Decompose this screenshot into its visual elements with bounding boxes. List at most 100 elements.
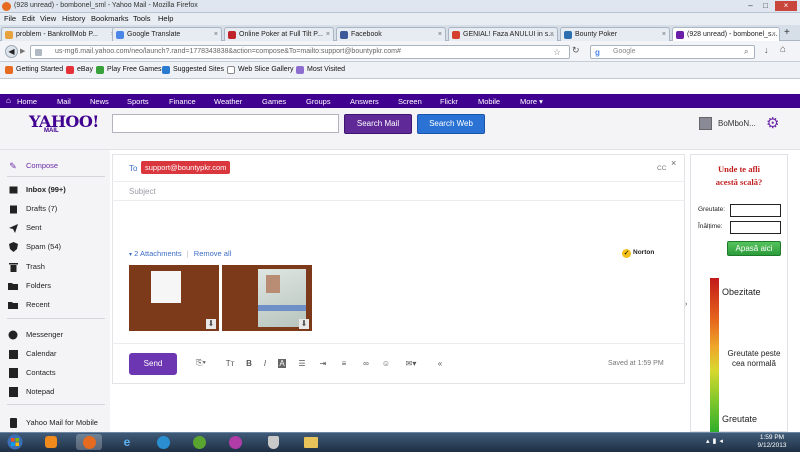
- firefox-taskbar-icon[interactable]: [76, 434, 102, 450]
- forward-arrow-icon[interactable]: ▶: [20, 47, 25, 55]
- bookmark-web-slice-gallery[interactable]: Web Slice Gallery: [227, 66, 294, 74]
- internet-explorer-icon[interactable]: e: [114, 434, 140, 450]
- attachments-toggle[interactable]: 2 Attachments: [134, 249, 182, 258]
- new-tab-button[interactable]: +: [784, 27, 790, 38]
- bold-icon[interactable]: B: [243, 357, 255, 369]
- tab-bounty-poker[interactable]: Bounty Poker ×: [560, 27, 670, 41]
- search-icon[interactable]: ⌕: [744, 46, 748, 58]
- mail-search-input[interactable]: [112, 114, 339, 133]
- start-button[interactable]: [2, 433, 28, 451]
- yahoo-logo[interactable]: YAHOO!: [29, 112, 99, 131]
- tray-icons[interactable]: ▴▮◂: [706, 437, 726, 445]
- collapse-ad-icon[interactable]: ›: [685, 301, 687, 308]
- maximize-button[interactable]: □: [759, 1, 772, 11]
- ynav-groups[interactable]: Groups: [306, 97, 331, 106]
- bookmark-suggested-sites[interactable]: Suggested Sites: [162, 66, 224, 74]
- user-name[interactable]: BoMboN...: [718, 119, 756, 128]
- minimize-button[interactable]: –: [744, 1, 757, 11]
- remove-all-link[interactable]: Remove all: [194, 249, 232, 258]
- ynav-screen[interactable]: Screen: [398, 97, 422, 106]
- italic-icon[interactable]: I: [259, 357, 271, 369]
- sidebar-item-inbox[interactable]: Inbox (99+): [8, 185, 66, 194]
- ynav-sports[interactable]: Sports: [127, 97, 149, 106]
- height-input[interactable]: [730, 221, 781, 234]
- home-icon[interactable]: ⌂: [780, 44, 786, 55]
- sidebar-item-spam[interactable]: Spam (54): [8, 242, 61, 252]
- sidebar-item-drafts[interactable]: Drafts (7): [8, 204, 57, 213]
- gear-icon[interactable]: ⚙: [766, 114, 779, 132]
- shield-icon[interactable]: [260, 434, 286, 450]
- stationery-icon[interactable]: ✉▾: [400, 357, 422, 369]
- link-icon[interactable]: ∞: [360, 357, 372, 369]
- bookmark-getting-started[interactable]: Getting Started: [5, 66, 63, 74]
- close-tab-icon[interactable]: ×: [772, 28, 776, 41]
- tab-genial[interactable]: GENIAL! Faza ANULUI in s... ×: [448, 27, 558, 41]
- sidebar-item-folders[interactable]: Folders: [8, 281, 51, 290]
- reload-icon[interactable]: ↻: [572, 45, 580, 56]
- download-icon[interactable]: ↓: [764, 45, 769, 55]
- explorer-icon[interactable]: [298, 434, 324, 450]
- close-tab-icon[interactable]: ×: [214, 28, 218, 41]
- align-icon[interactable]: ≡: [338, 357, 350, 369]
- menu-tools[interactable]: Tools: [133, 14, 151, 23]
- home-icon[interactable]: ⌂: [6, 96, 11, 105]
- tab-bankrollmob[interactable]: problem - BankrollMob P...×: [1, 27, 119, 41]
- tab-google-translate[interactable]: Google Translate ×: [112, 27, 222, 41]
- ynav-mobile[interactable]: Mobile: [478, 97, 500, 106]
- compose-button[interactable]: ✎ Compose: [8, 161, 58, 171]
- text-color-icon[interactable]: A: [276, 357, 288, 369]
- bullet-list-icon[interactable]: ☰: [296, 357, 308, 369]
- emoji-icon[interactable]: ☺: [380, 357, 392, 369]
- attach-icon[interactable]: ⎘▾: [192, 357, 210, 369]
- ynav-finance[interactable]: Finance: [169, 97, 196, 106]
- bookmark-most-visited[interactable]: Most Visited: [296, 66, 345, 74]
- menu-help[interactable]: Help: [158, 14, 173, 23]
- close-tab-icon[interactable]: ×: [438, 28, 442, 41]
- message-body[interactable]: [112, 202, 685, 246]
- ynav-games[interactable]: Games: [262, 97, 286, 106]
- menu-edit[interactable]: Edit: [22, 14, 35, 23]
- close-window-button[interactable]: ×: [775, 1, 797, 11]
- attachment-thumbnail-1[interactable]: ⬇: [129, 265, 219, 331]
- sidebar-item-trash[interactable]: Trash: [8, 262, 45, 272]
- back-arrow-icon[interactable]: ◀: [5, 45, 18, 58]
- utorrent-icon[interactable]: [186, 434, 212, 450]
- ynav-weather[interactable]: Weather: [214, 97, 242, 106]
- menu-file[interactable]: File: [4, 14, 16, 23]
- ynav-news[interactable]: News: [90, 97, 109, 106]
- app-icon[interactable]: [222, 434, 248, 450]
- bookmark-ebay[interactable]: eBay: [66, 66, 93, 74]
- font-size-icon[interactable]: Tт: [224, 357, 236, 369]
- sidebar-item-notepad[interactable]: Notepad: [8, 387, 54, 397]
- recipient-chip[interactable]: support@bountypkr.com: [141, 161, 231, 174]
- bookmark-play-free-games[interactable]: Play Free Games: [96, 66, 161, 74]
- close-compose-icon[interactable]: ×: [671, 158, 676, 168]
- download-icon[interactable]: ⬇: [299, 319, 309, 329]
- browser-search-box[interactable]: g Google ⌕: [590, 45, 755, 59]
- sidebar-item-recent[interactable]: Recent: [8, 300, 50, 309]
- ynav-more[interactable]: More ▾: [520, 97, 543, 106]
- send-button[interactable]: Send: [129, 353, 177, 375]
- avatar[interactable]: [699, 117, 712, 130]
- ynav-flickr[interactable]: Flickr: [440, 97, 458, 106]
- search-mail-button[interactable]: Search Mail: [344, 114, 412, 134]
- indent-icon[interactable]: ⇥: [317, 357, 329, 369]
- menu-history[interactable]: History: [62, 14, 85, 23]
- tab-facebook[interactable]: Facebook ×: [336, 27, 446, 41]
- sidebar-item-mobile[interactable]: Yahoo Mail for Mobile: [8, 418, 98, 428]
- ad-submit-button[interactable]: Apasă aici: [727, 241, 781, 256]
- site-identity-icon[interactable]: [35, 49, 42, 56]
- close-tab-icon[interactable]: ×: [326, 28, 330, 41]
- sidebar-item-sent[interactable]: Sent: [8, 223, 41, 233]
- tab-yahoo-mail[interactable]: (928 unread) - bombonel_s... ×: [672, 27, 780, 41]
- weight-input[interactable]: [730, 204, 781, 217]
- chevron-down-icon[interactable]: ▾: [129, 252, 132, 258]
- system-clock[interactable]: 1:59 PM 9/12/2013: [752, 434, 792, 450]
- app-icon[interactable]: [150, 434, 176, 450]
- menu-bookmarks[interactable]: Bookmarks: [91, 14, 129, 23]
- collapse-toolbar-icon[interactable]: «: [434, 357, 446, 369]
- search-web-button[interactable]: Search Web: [417, 114, 485, 134]
- ynav-answers[interactable]: Answers: [350, 97, 379, 106]
- bookmark-star-icon[interactable]: ☆: [553, 46, 561, 58]
- url-bar[interactable]: us-mg6.mail.yahoo.com/neo/launch?.rand=1…: [30, 45, 570, 59]
